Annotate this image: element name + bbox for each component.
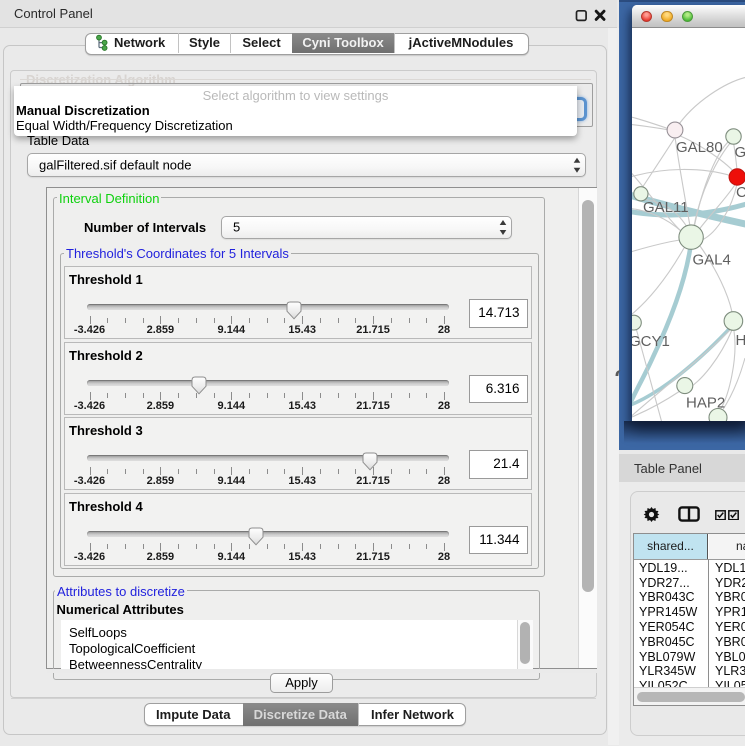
svg-text:GAL: GAL [735,144,745,161]
svg-text:GAL80: GAL80 [676,139,723,156]
svg-text:H: H [736,332,745,349]
svg-text:C: C [736,184,745,201]
svg-text:GAL11: GAL11 [643,199,689,216]
svg-text:GAL4: GAL4 [693,252,731,269]
svg-text:HAP2: HAP2 [686,395,725,412]
svg-text:GCY1: GCY1 [632,333,670,350]
